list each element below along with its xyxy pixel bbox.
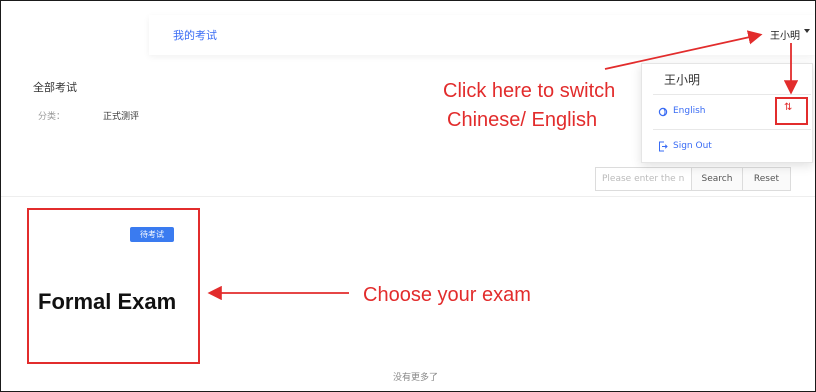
exam-card[interactable] xyxy=(27,208,200,364)
annotation-switch-line2: Chinese/ English xyxy=(447,109,598,131)
nav-my-exams[interactable]: 我的考试 xyxy=(173,27,217,43)
sign-out-link[interactable]: Sign Out xyxy=(673,141,712,151)
user-name-menu[interactable]: 王小明 xyxy=(770,27,800,42)
annotation-choose: Choose your exam xyxy=(363,284,531,306)
language-option-english[interactable]: English xyxy=(673,106,706,116)
caret-down-icon[interactable] xyxy=(804,29,810,33)
status-badge: 待考试 xyxy=(130,227,174,242)
search-button[interactable]: Search xyxy=(691,167,743,191)
screenshot-frame: 我的考试 王小明 全部考试 分类： 正式测评 Please enter the … xyxy=(0,0,816,392)
switch-icon[interactable]: ⇅ xyxy=(784,102,792,113)
category-option-formal[interactable]: 正式测评 xyxy=(103,109,139,122)
logout-icon xyxy=(659,141,668,152)
section-title: 全部考试 xyxy=(33,81,77,94)
list-end-text: 没有更多了 xyxy=(393,373,439,383)
exam-title[interactable]: Formal Exam xyxy=(38,289,176,315)
reset-button[interactable]: Reset xyxy=(743,167,791,191)
search-input[interactable]: Please enter the n xyxy=(595,167,691,191)
divider xyxy=(653,129,811,130)
category-label: 分类： xyxy=(38,112,66,122)
globe-icon xyxy=(658,107,668,117)
divider xyxy=(653,94,811,95)
annotation-switch-line1: Click here to switch xyxy=(443,80,616,102)
top-nav-panel xyxy=(149,15,815,55)
dropdown-user-name: 王小明 xyxy=(664,73,701,87)
